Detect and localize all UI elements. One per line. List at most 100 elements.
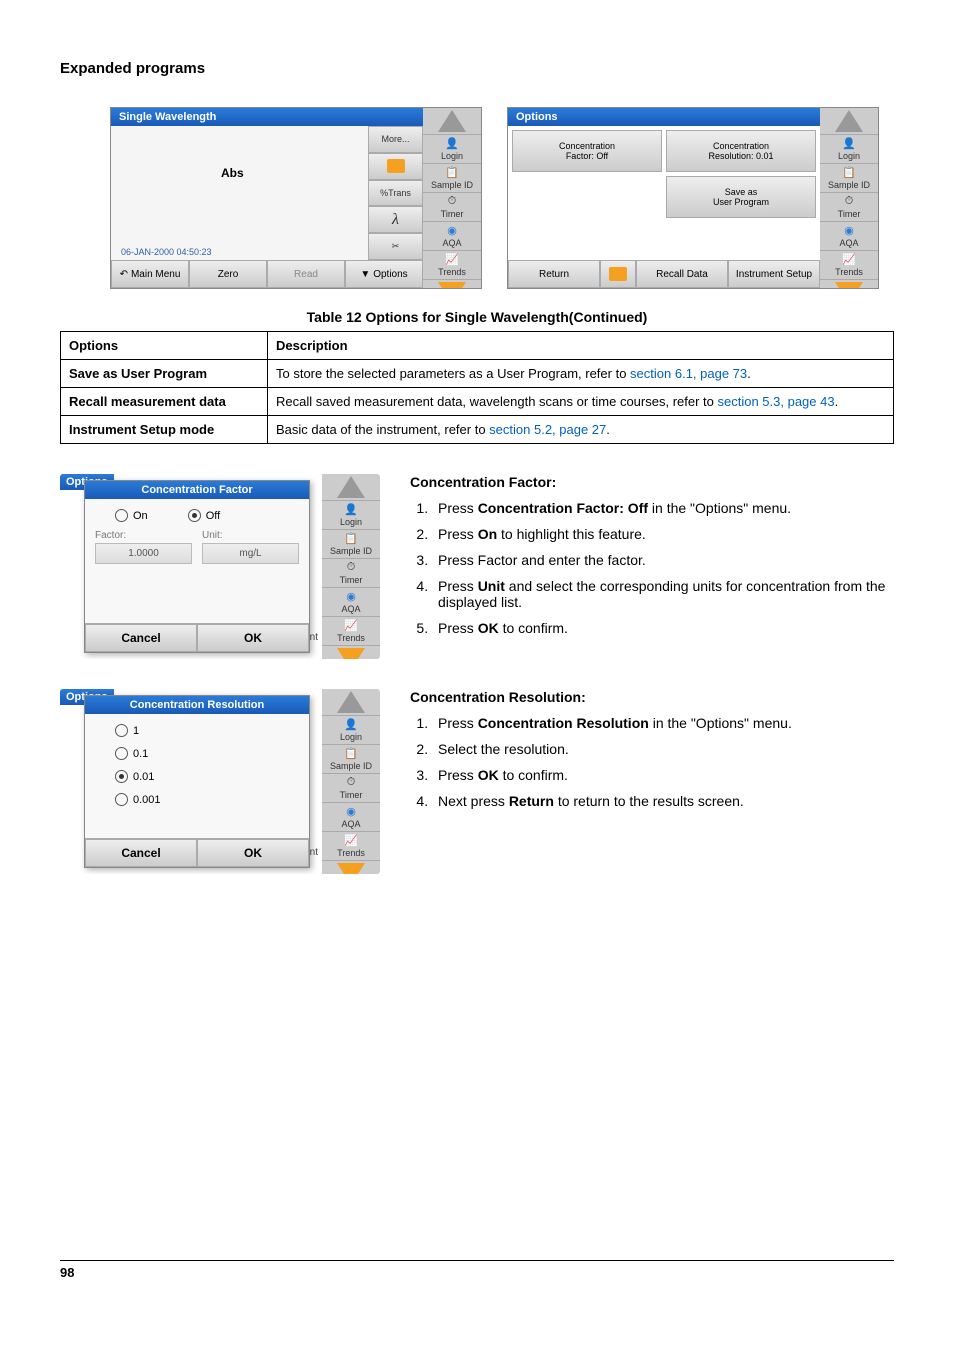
table-row: Save as User Program To store the select… — [61, 360, 894, 388]
timer-button[interactable]: ⏱Timer — [423, 193, 481, 222]
concentration-resolution-cell[interactable]: ConcentrationResolution: 0.01 — [666, 130, 816, 172]
scissors-button[interactable]: ✂ — [368, 233, 423, 260]
instrument-setup-button[interactable]: Instrument Setup — [728, 260, 820, 288]
back-arrow-icon: ↶ — [120, 269, 128, 280]
trends-button[interactable]: 📈Trends — [423, 251, 481, 280]
scroll-down[interactable] — [322, 646, 380, 659]
recall-data-button[interactable]: Recall Data — [636, 260, 728, 288]
scroll-up[interactable] — [820, 108, 878, 135]
radio-0-01[interactable]: 0.01 — [115, 770, 299, 783]
table-row: Recall measurement data Recall saved mea… — [61, 388, 894, 416]
dialog-title: Concentration Factor — [85, 481, 309, 499]
scroll-up[interactable] — [322, 474, 380, 501]
list-item: Press OK to confirm. — [432, 767, 894, 783]
ok-button[interactable]: OK — [197, 624, 309, 652]
timer-button[interactable]: ⏱Timer — [322, 559, 380, 588]
page-number: 98 — [60, 1260, 894, 1280]
folder-button[interactable] — [600, 260, 636, 288]
scroll-up[interactable] — [322, 689, 380, 716]
radio-0-001[interactable]: 0.001 — [115, 793, 299, 806]
factor-label: Factor: — [95, 530, 126, 541]
trans-button[interactable]: %Trans — [368, 180, 423, 207]
cr-heading: Concentration Resolution: — [410, 689, 894, 705]
screenshots-row: Single Wavelength Abs 06-JAN-2000 04:50:… — [110, 107, 894, 289]
read-button[interactable]: Read — [267, 260, 345, 288]
radio-1[interactable]: 1 — [115, 724, 299, 737]
sample-id-button[interactable]: 📋Sample ID — [423, 164, 481, 193]
return-button[interactable]: Return — [508, 260, 600, 288]
concentration-factor-cell[interactable]: ConcentrationFactor: Off — [512, 130, 662, 172]
list-item: Press Concentration Resolution in the "O… — [432, 715, 894, 731]
clipboard-icon: 📋 — [842, 166, 856, 179]
trends-button[interactable]: 📈Trends — [820, 251, 878, 280]
list-item: Press Factor and enter the factor. — [432, 552, 894, 568]
scroll-up[interactable] — [423, 108, 481, 135]
up-triangle-icon — [337, 476, 365, 498]
cancel-button[interactable]: Cancel — [85, 624, 197, 652]
unit-label: Unit: — [202, 530, 223, 541]
factor-field[interactable]: 1.0000 — [95, 543, 192, 564]
options-button[interactable]: ▼Options — [345, 260, 423, 288]
lambda-button[interactable]: λ — [368, 206, 423, 233]
list-item: Select the resolution. — [432, 741, 894, 757]
chart-icon: 📈 — [445, 253, 459, 266]
timestamp: 06-JAN-2000 04:50:23 — [121, 247, 212, 257]
trends-button[interactable]: 📈Trends — [322, 832, 380, 861]
zero-button[interactable]: Zero — [189, 260, 267, 288]
scroll-down[interactable] — [820, 280, 878, 289]
person-icon: 👤 — [445, 137, 459, 150]
chart-icon: 📈 — [344, 834, 358, 847]
dialog-title: Concentration Resolution — [85, 696, 309, 714]
scroll-down[interactable] — [423, 280, 481, 289]
timer-button[interactable]: ⏱Timer — [322, 774, 380, 803]
trends-button[interactable]: 📈Trends — [322, 617, 380, 646]
radio-icon-selected — [188, 509, 201, 522]
down-triangle-icon — [337, 648, 365, 659]
col-header-options: Options — [61, 332, 268, 360]
timer-icon: ⏱ — [448, 195, 457, 208]
sample-id-button[interactable]: 📋Sample ID — [820, 164, 878, 193]
folder-button[interactable] — [368, 153, 423, 180]
table-row: Instrument Setup mode Basic data of the … — [61, 416, 894, 444]
aqa-button[interactable]: ◉AQA — [322, 803, 380, 832]
list-item: Press On to highlight this feature. — [432, 526, 894, 542]
cancel-button[interactable]: Cancel — [85, 839, 197, 867]
person-icon: 👤 — [344, 718, 358, 731]
down-triangle-icon — [835, 282, 863, 289]
timer-icon: ⏱ — [347, 776, 356, 789]
unit-field[interactable]: mg/L — [202, 543, 299, 564]
sample-id-button[interactable]: 📋Sample ID — [322, 530, 380, 559]
ok-button[interactable]: OK — [197, 839, 309, 867]
aqa-button[interactable]: ◉AQA — [820, 222, 878, 251]
target-icon: ◉ — [346, 590, 356, 603]
login-button[interactable]: 👤Login — [322, 716, 380, 745]
sample-id-button[interactable]: 📋Sample ID — [322, 745, 380, 774]
aqa-button[interactable]: ◉AQA — [423, 222, 481, 251]
link-section-5-3[interactable]: section 5.3, page 43 — [718, 394, 835, 409]
scroll-down[interactable] — [322, 861, 380, 874]
screen-title: Single Wavelength — [111, 108, 423, 126]
chart-icon: 📈 — [344, 619, 358, 632]
radio-icon — [115, 509, 128, 522]
radio-on[interactable]: On — [115, 509, 148, 522]
radio-0-1[interactable]: 0.1 — [115, 747, 299, 760]
radio-icon — [115, 793, 128, 806]
login-button[interactable]: 👤Login — [820, 135, 878, 164]
main-menu-button[interactable]: ↶Main Menu — [111, 260, 189, 288]
timer-icon: ⏱ — [347, 561, 356, 574]
aqa-button[interactable]: ◉AQA — [322, 588, 380, 617]
folder-icon — [387, 159, 405, 173]
list-item: Next press Return to return to the resul… — [432, 793, 894, 809]
more-button[interactable]: More... — [368, 126, 423, 153]
person-icon: 👤 — [344, 503, 358, 516]
timer-button[interactable]: ⏱Timer — [820, 193, 878, 222]
login-button[interactable]: 👤Login — [322, 501, 380, 530]
save-user-program-cell[interactable]: Save asUser Program — [666, 176, 816, 218]
radio-off[interactable]: Off — [188, 509, 220, 522]
clipboard-icon: 📋 — [445, 166, 459, 179]
clipboard-icon: 📋 — [344, 747, 358, 760]
link-section-6-1[interactable]: section 6.1, page 73 — [630, 366, 747, 381]
link-section-5-2[interactable]: section 5.2, page 27 — [489, 422, 606, 437]
radio-icon-selected — [115, 770, 128, 783]
login-button[interactable]: 👤Login — [423, 135, 481, 164]
